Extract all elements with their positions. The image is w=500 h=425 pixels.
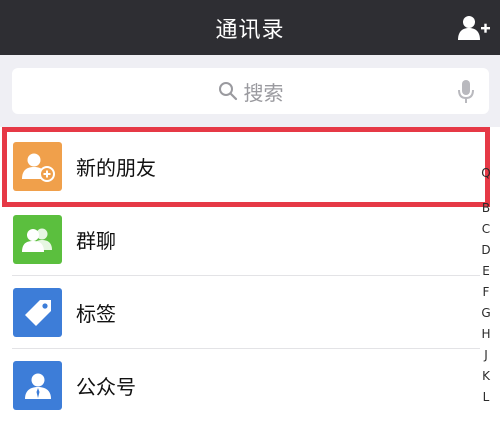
list-item-label: 公众号: [76, 375, 136, 399]
index-letter[interactable]: D: [481, 240, 490, 261]
contacts-list: 新的朋友 群聊 标签 公众号: [0, 127, 500, 425]
alphabet-index[interactable]: Q B C D E F G H J K L: [478, 163, 494, 408]
index-letter[interactable]: E: [482, 261, 490, 282]
index-letter[interactable]: L: [483, 387, 490, 408]
add-person-icon: [458, 16, 490, 40]
list-item-label: 群聊: [76, 229, 116, 253]
top-bar: 通讯录: [0, 0, 500, 55]
index-letter[interactable]: G: [481, 303, 490, 324]
add-contact-button[interactable]: [458, 12, 490, 44]
index-letter[interactable]: H: [481, 324, 490, 345]
index-letter[interactable]: C: [482, 219, 490, 240]
list-item-label: 新的朋友: [76, 156, 156, 180]
page-title: 通讯录: [215, 17, 285, 43]
person-add-icon: [13, 142, 62, 191]
microphone-icon[interactable]: [457, 79, 475, 105]
search-input[interactable]: 搜索: [12, 68, 489, 114]
search-hint: 搜索: [218, 77, 284, 106]
index-letter[interactable]: K: [482, 366, 490, 387]
tag-icon: [13, 288, 62, 337]
search-icon: [218, 82, 237, 101]
official-account-icon: [13, 361, 62, 410]
search-placeholder: 搜索: [243, 80, 284, 105]
list-item-tags[interactable]: 标签: [0, 276, 480, 349]
index-letter[interactable]: Q: [481, 163, 490, 184]
search-bar-area: 搜索: [0, 55, 500, 127]
list-item-group-chat[interactable]: 群聊: [0, 203, 480, 276]
list-item-label: 标签: [76, 302, 116, 326]
index-letter[interactable]: B: [482, 198, 490, 219]
list-item-official-accounts[interactable]: 公众号: [0, 349, 480, 422]
group-icon: [13, 215, 62, 264]
index-letter[interactable]: F: [483, 282, 490, 303]
list-item-new-friends[interactable]: 新的朋友: [0, 130, 480, 203]
index-letter[interactable]: J: [484, 345, 488, 366]
